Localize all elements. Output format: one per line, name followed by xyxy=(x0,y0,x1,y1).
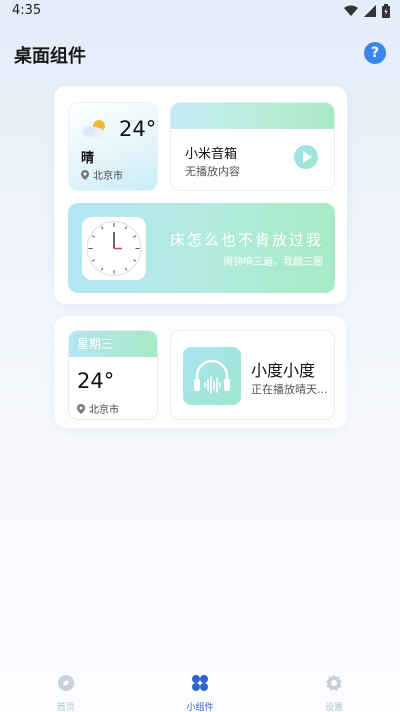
help-button[interactable]: ? xyxy=(364,42,386,64)
speaker-status: 无播放内容 xyxy=(185,165,240,178)
nav-widgets[interactable]: 小组件 xyxy=(170,674,230,712)
signal-icon xyxy=(364,5,376,17)
week-location-label: 北京市 xyxy=(89,405,119,416)
settings-icon xyxy=(326,675,342,691)
partly-cloudy-icon xyxy=(82,120,105,139)
battery-icon xyxy=(382,4,390,18)
speaker-header-band xyxy=(171,103,334,129)
nav-widgets-label: 小组件 xyxy=(186,703,214,712)
play-icon[interactable] xyxy=(294,145,318,169)
weather-widget[interactable]: 24° 晴 北京市 xyxy=(68,102,158,191)
location-pin-icon xyxy=(81,169,89,180)
weather-location: 北京市 xyxy=(81,167,123,182)
widgets-icon xyxy=(192,675,208,691)
status-icons xyxy=(344,4,390,18)
weather-condition: 晴 xyxy=(81,151,95,166)
weather-temperature: 24° xyxy=(119,117,157,141)
status-time: 4:35 xyxy=(12,3,42,18)
alarm-title: 床怎么也不肯放过我 xyxy=(169,231,323,249)
page-title: 桌面组件 xyxy=(14,46,86,67)
status-bar: 4:35 xyxy=(0,0,400,24)
week-day: 星期三 xyxy=(69,331,157,357)
speaker-name: 小米音箱 xyxy=(185,147,238,162)
nav-settings-label: 设置 xyxy=(324,703,343,712)
widget-group-card: 24° 晴 北京市 小米音箱 无播放内容 床怎么也不肯放过我 闹钟响三遍，我翻三… xyxy=(54,86,347,304)
home-icon xyxy=(58,675,74,691)
week-temperature: 24° xyxy=(77,369,115,393)
wifi-icon xyxy=(344,5,358,16)
headphones-icon xyxy=(183,347,241,405)
week-weather-widget[interactable]: 星期三 24° 北京市 xyxy=(68,330,158,420)
nav-home[interactable]: 首页 xyxy=(36,674,96,712)
alarm-widget[interactable]: 床怎么也不肯放过我 闹钟响三遍，我翻三圈 xyxy=(68,203,335,293)
clock-icon xyxy=(82,217,146,280)
bottom-nav: 首页 小组件 设置 xyxy=(0,668,400,712)
xiaodu-status: 正在播放晴天... xyxy=(251,383,328,396)
alarm-subtitle: 闹钟响三遍，我翻三圈 xyxy=(223,257,323,268)
weather-location-label: 北京市 xyxy=(93,171,123,182)
xiaodu-widget[interactable]: 小度小度 正在播放晴天... xyxy=(170,330,335,420)
nav-home-label: 首页 xyxy=(56,703,75,712)
week-location: 北京市 xyxy=(77,401,119,416)
location-pin-icon xyxy=(77,403,85,414)
speaker-widget[interactable]: 小米音箱 无播放内容 xyxy=(170,102,335,191)
xiaodu-name: 小度小度 xyxy=(251,361,316,380)
nav-settings[interactable]: 设置 xyxy=(304,674,364,712)
widget-group-card-2: 星期三 24° 北京市 小度小度 正在播放晴天... xyxy=(54,316,347,428)
